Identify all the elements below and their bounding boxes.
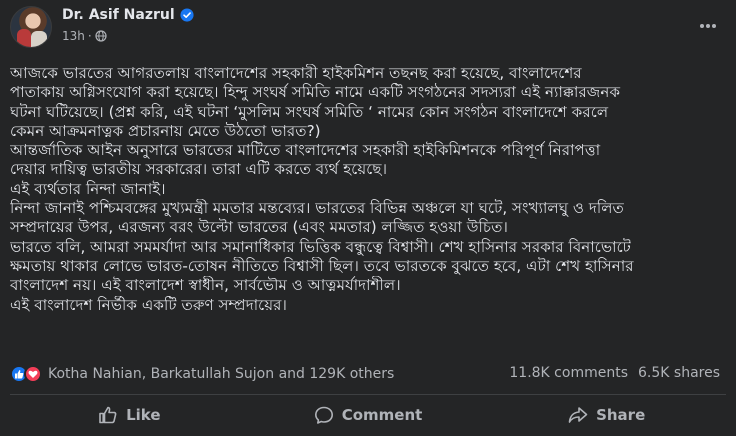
more-options-button[interactable] (696, 16, 720, 36)
engagement-counts: 11.8K comments 6.5K shares (509, 365, 720, 381)
globe-icon (95, 30, 107, 42)
thumbs-up-icon (99, 406, 117, 424)
post-line: নিন্দা জানাই পশ্চিমবঙ্গের মুখ্যমন্ত্রী ম… (10, 199, 624, 218)
comment-bubble-icon (314, 406, 333, 424)
post-meta: 13h · (62, 29, 107, 43)
post-line: আন্তর্জাতিক আইন অনুসারে ভারতের মাটিতে বা… (10, 141, 601, 160)
author-row: Dr. Asif Nazrul (62, 7, 194, 23)
like-label: Like (126, 406, 161, 424)
comment-button[interactable]: Comment (249, 398, 488, 432)
post-line: সম্প্রদায়ের উপর, এরজন্য বরং উল্টো ভারতে… (10, 218, 508, 237)
post-line: ভারতে বলি, আমরা সমমর্যাদা আর সমানাধিকার … (10, 237, 631, 256)
post-line: বাংলাদেশ নয়। এই বাংলাদেশ স্বাধীন, সার্ব… (10, 276, 401, 295)
love-reaction-icon (24, 365, 42, 383)
like-button[interactable]: Like (10, 398, 249, 432)
post-time[interactable]: 13h (62, 29, 85, 43)
reaction-icons[interactable] (10, 365, 42, 383)
more-dots-icon (700, 24, 716, 28)
post-line: ক্ষমতায় থাকার লোভে ভারত-তোষন নীতিতে বিশ… (10, 256, 634, 275)
post-header: Dr. Asif Nazrul 13h · (10, 6, 726, 58)
share-label: Share (596, 406, 646, 424)
action-bar: Like Comment Share (10, 398, 726, 432)
comments-count[interactable]: 11.8K comments (509, 365, 628, 381)
post-line: এই ব্যর্থতার নিন্দা জানাই। (10, 179, 166, 198)
meta-separator: · (87, 29, 92, 43)
comment-label: Comment (341, 406, 423, 424)
post-line: কেমন আক্রমনাত্নক প্রচারনায় মেতে উঠতো ভা… (10, 121, 321, 140)
author-name[interactable]: Dr. Asif Nazrul (62, 7, 175, 23)
post-line: ঘটনা ঘটিয়েছে। (প্রশ্ন করি, এই ঘটনা ‘মুস… (10, 102, 609, 121)
post-line: এই বাংলাদেশ নির্ভীক একটি তরুণ সম্প্রদায়… (10, 295, 287, 314)
verified-badge-icon (180, 8, 194, 22)
post-line: পাতাকায় অগ্নিসংযোগ করা হয়েছে। হিন্দু স… (10, 83, 621, 102)
divider (10, 394, 726, 395)
reaction-names[interactable]: Kotha Nahian, Barkatullah Sujon and 129K… (48, 366, 394, 382)
share-arrow-icon (568, 407, 588, 423)
share-button[interactable]: Share (487, 398, 726, 432)
post-text: আজকে ভারতের আগরতলায় বাংলাদেশের সহকারী হ… (10, 64, 730, 315)
reactions-bar: Kotha Nahian, Barkatullah Sujon and 129K… (10, 363, 726, 385)
facebook-post: Dr. Asif Nazrul 13h · আজকে ভারতের আগরতলা… (0, 0, 736, 436)
author-avatar[interactable] (10, 6, 52, 48)
post-line: দেয়ার দায়িত্ব ভারতীয় সরকারের। তারা এট… (10, 160, 388, 179)
post-line: আজকে ভারতের আগরতলায় বাংলাদেশের সহকারী হ… (10, 64, 582, 82)
shares-count[interactable]: 6.5K shares (638, 365, 720, 381)
